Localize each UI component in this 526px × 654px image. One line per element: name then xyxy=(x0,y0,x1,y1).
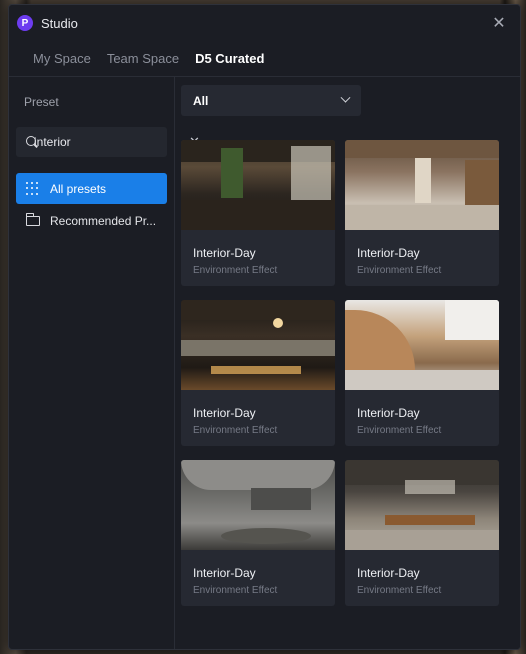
preset-thumbnail xyxy=(345,460,499,550)
search-input[interactable] xyxy=(34,135,189,149)
close-icon: ✕ xyxy=(492,15,506,32)
tab-my-space[interactable]: My Space xyxy=(33,51,91,66)
space-tabs: My Space Team Space D5 Curated xyxy=(9,41,520,77)
preset-panel: All Interior-Day Environment Effect Inte… xyxy=(175,77,520,649)
preset-subtitle: Environment Effect xyxy=(193,425,278,436)
preset-thumbnail xyxy=(181,140,335,230)
preset-grid: Interior-Day Environment Effect Interior… xyxy=(181,140,520,606)
title-bar: P Studio ✕ xyxy=(9,5,520,41)
sidebar-item-label: All presets xyxy=(50,181,107,196)
folder-icon xyxy=(26,212,40,226)
preset-thumbnail xyxy=(345,140,499,230)
preset-title: Interior-Day xyxy=(193,406,256,420)
preset-card[interactable]: Interior-Day Environment Effect xyxy=(181,300,335,446)
sidebar-item-all-presets[interactable]: All presets xyxy=(16,173,167,204)
content-area: Preset ✕ All presets Recommended Pr... xyxy=(9,77,520,649)
preset-subtitle: Environment Effect xyxy=(357,425,442,436)
grid-icon xyxy=(26,181,40,196)
preset-card[interactable]: Interior-Day Environment Effect xyxy=(345,460,499,606)
chevron-down-icon xyxy=(340,92,351,103)
preset-title: Interior-Day xyxy=(357,246,420,260)
category-filter-select[interactable]: All xyxy=(181,85,361,116)
close-button[interactable]: ✕ xyxy=(490,14,508,32)
preset-title: Interior-Day xyxy=(193,246,256,260)
studio-window: P Studio ✕ My Space Team Space D5 Curate… xyxy=(8,4,521,650)
preset-subtitle: Environment Effect xyxy=(193,265,278,276)
preset-card[interactable]: Interior-Day Environment Effect xyxy=(345,140,499,286)
preset-thumbnail xyxy=(181,460,335,550)
filter-selected-value: All xyxy=(193,93,209,108)
preset-title: Interior-Day xyxy=(357,566,420,580)
preset-card[interactable]: Interior-Day Environment Effect xyxy=(181,140,335,286)
preset-card[interactable]: Interior-Day Environment Effect xyxy=(181,460,335,606)
sidebar-item-label: Recommended Pr... xyxy=(50,213,157,228)
preset-subtitle: Environment Effect xyxy=(193,585,278,596)
preset-thumbnail xyxy=(181,300,335,390)
preset-subtitle: Environment Effect xyxy=(357,265,442,276)
scroll-fade xyxy=(175,619,520,649)
sidebar: Preset ✕ All presets Recommended Pr... xyxy=(9,77,200,649)
preset-thumbnail xyxy=(345,300,499,390)
tab-d5-curated[interactable]: D5 Curated xyxy=(195,51,264,66)
sidebar-item-recommended[interactable]: Recommended Pr... xyxy=(16,205,167,236)
app-logo-icon: P xyxy=(17,15,33,31)
preset-title: Interior-Day xyxy=(193,566,256,580)
sidebar-heading: Preset xyxy=(24,95,59,109)
window-title: Studio xyxy=(41,15,78,31)
tab-team-space[interactable]: Team Space xyxy=(107,51,179,66)
preset-title: Interior-Day xyxy=(357,406,420,420)
preset-subtitle: Environment Effect xyxy=(357,585,442,596)
search-box: ✕ xyxy=(16,127,200,157)
preset-card[interactable]: Interior-Day Environment Effect xyxy=(345,300,499,446)
